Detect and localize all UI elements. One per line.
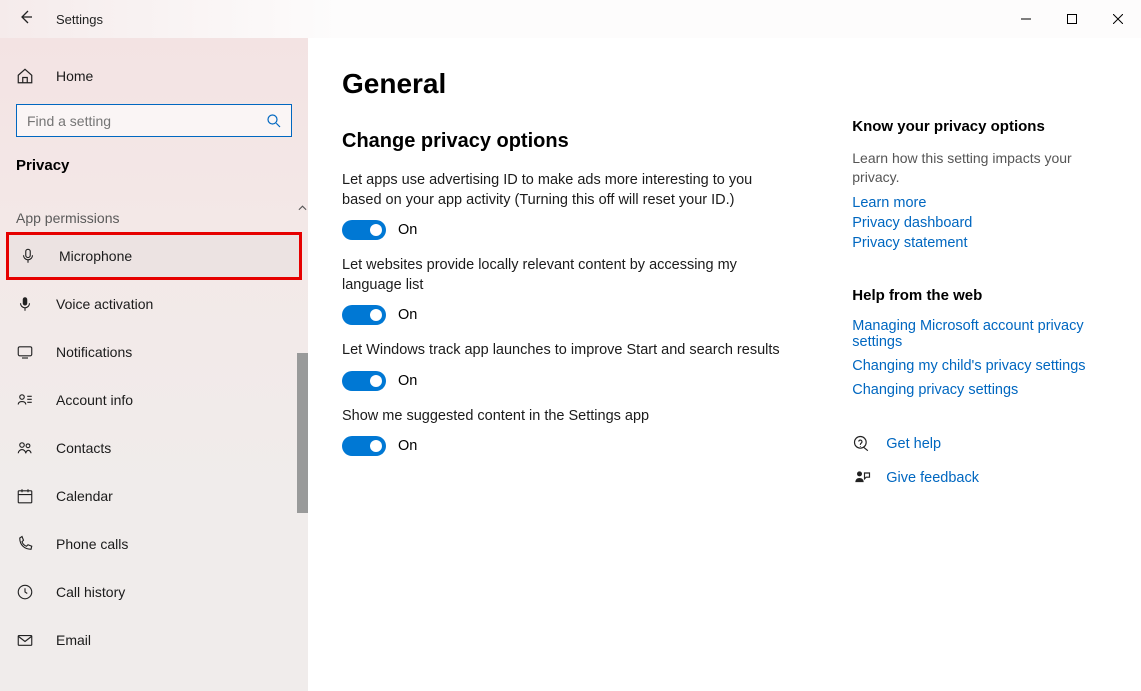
scrollbar-thumb[interactable] <box>297 353 308 513</box>
nav-item-account-info[interactable]: Account info <box>0 376 308 424</box>
setting-desc: Let apps use advertising ID to make ads … <box>342 171 782 210</box>
toggle-label: On <box>398 373 417 389</box>
link-privacy-statement[interactable]: Privacy statement <box>852 235 1121 251</box>
right-column: Know your privacy options Learn how this… <box>852 68 1121 691</box>
link-learn-more[interactable]: Learn more <box>852 195 1121 211</box>
feedback-row[interactable]: Give feedback <box>852 468 1121 488</box>
setting-app-launches: Let Windows track app launches to improv… <box>342 341 812 391</box>
link-privacy-settings[interactable]: Changing privacy settings <box>852 382 1121 398</box>
setting-toggle-row: On <box>342 220 812 240</box>
setting-language-list: Let websites provide locally relevant co… <box>342 256 812 325</box>
email-icon <box>16 631 34 649</box>
home-nav[interactable]: Home <box>0 52 308 100</box>
toggle-switch[interactable] <box>342 371 386 391</box>
link-child-privacy[interactable]: Changing my child's privacy settings <box>852 358 1121 374</box>
window-title: Settings <box>56 12 103 27</box>
section-heading: Change privacy options <box>342 130 812 153</box>
get-help-row[interactable]: Get help <box>852 434 1121 454</box>
nav-label: Account info <box>56 392 133 408</box>
help-heading: Help from the web <box>852 287 1121 304</box>
link-manage-account[interactable]: Managing Microsoft account privacy setti… <box>852 318 1121 350</box>
body: Home Privacy App permissions Microphone … <box>0 38 1141 691</box>
setting-toggle-row: On <box>342 371 812 391</box>
toggle-label: On <box>398 222 417 238</box>
get-help-icon <box>852 434 872 454</box>
link-privacy-dashboard[interactable]: Privacy dashboard <box>852 215 1121 231</box>
nav-item-contacts[interactable]: Contacts <box>0 424 308 472</box>
back-button[interactable] <box>18 9 42 30</box>
nav-label: Calendar <box>56 488 113 504</box>
nav-label: Call history <box>56 584 125 600</box>
setting-suggested-content: Show me suggested content in the Setting… <box>342 407 812 457</box>
home-icon <box>16 67 34 85</box>
main: General Change privacy options Let apps … <box>308 38 1141 691</box>
setting-desc: Let Windows track app launches to improv… <box>342 341 782 361</box>
scroll-up-icon[interactable] <box>296 202 308 214</box>
help-block: Help from the web Managing Microsoft acc… <box>852 287 1121 398</box>
calendar-icon <box>16 487 34 505</box>
nav-item-notifications[interactable]: Notifications <box>0 328 308 376</box>
nav-item-email[interactable]: Email <box>0 616 308 664</box>
nav-label: Voice activation <box>56 296 153 312</box>
content-column: General Change privacy options Let apps … <box>342 68 812 691</box>
titlebar: Settings <box>0 0 1141 38</box>
toggle-label: On <box>398 307 417 323</box>
nav-label: Notifications <box>56 344 132 360</box>
phone-icon <box>16 535 34 553</box>
toggle-switch[interactable] <box>342 305 386 325</box>
window-controls <box>1003 0 1141 38</box>
minimize-button[interactable] <box>1003 0 1049 38</box>
voice-activation-icon <box>16 295 34 313</box>
know-block: Know your privacy options Learn how this… <box>852 118 1121 251</box>
nav-label: Phone calls <box>56 536 128 552</box>
nav-item-voice-activation[interactable]: Voice activation <box>0 280 308 328</box>
search-box[interactable] <box>16 104 292 137</box>
know-text: Learn how this setting impacts your priv… <box>852 149 1121 187</box>
notifications-icon <box>16 343 34 361</box>
permissions-heading: App permissions <box>0 190 308 232</box>
feedback-link[interactable]: Give feedback <box>886 470 979 486</box>
maximize-button[interactable] <box>1049 0 1095 38</box>
nav-item-call-history[interactable]: Call history <box>0 568 308 616</box>
nav-list: Microphone Voice activation Notification… <box>0 232 308 691</box>
call-history-icon <box>16 583 34 601</box>
nav-label: Contacts <box>56 440 111 456</box>
nav-label: Email <box>56 632 91 648</box>
home-label: Home <box>56 68 93 84</box>
nav-item-phone-calls[interactable]: Phone calls <box>0 520 308 568</box>
setting-toggle-row: On <box>342 305 812 325</box>
contacts-icon <box>16 439 34 457</box>
sidebar: Home Privacy App permissions Microphone … <box>0 38 308 691</box>
setting-desc: Show me suggested content in the Setting… <box>342 407 782 427</box>
feedback-icon <box>852 468 872 488</box>
setting-advertising-id: Let apps use advertising ID to make ads … <box>342 171 812 240</box>
microphone-icon <box>19 247 37 265</box>
toggle-switch[interactable] <box>342 436 386 456</box>
setting-toggle-row: On <box>342 436 812 456</box>
category-title: Privacy <box>0 141 308 190</box>
search-wrap <box>0 100 308 141</box>
search-icon <box>265 112 283 130</box>
setting-desc: Let websites provide locally relevant co… <box>342 256 782 295</box>
toggle-switch[interactable] <box>342 220 386 240</box>
page-title: General <box>342 68 812 100</box>
know-heading: Know your privacy options <box>852 118 1121 135</box>
nav-item-microphone[interactable]: Microphone <box>6 232 302 280</box>
close-button[interactable] <box>1095 0 1141 38</box>
get-help-link[interactable]: Get help <box>886 436 941 452</box>
nav-item-calendar[interactable]: Calendar <box>0 472 308 520</box>
account-info-icon <box>16 391 34 409</box>
nav-label: Microphone <box>59 248 132 264</box>
toggle-label: On <box>398 438 417 454</box>
search-input[interactable] <box>25 112 265 130</box>
